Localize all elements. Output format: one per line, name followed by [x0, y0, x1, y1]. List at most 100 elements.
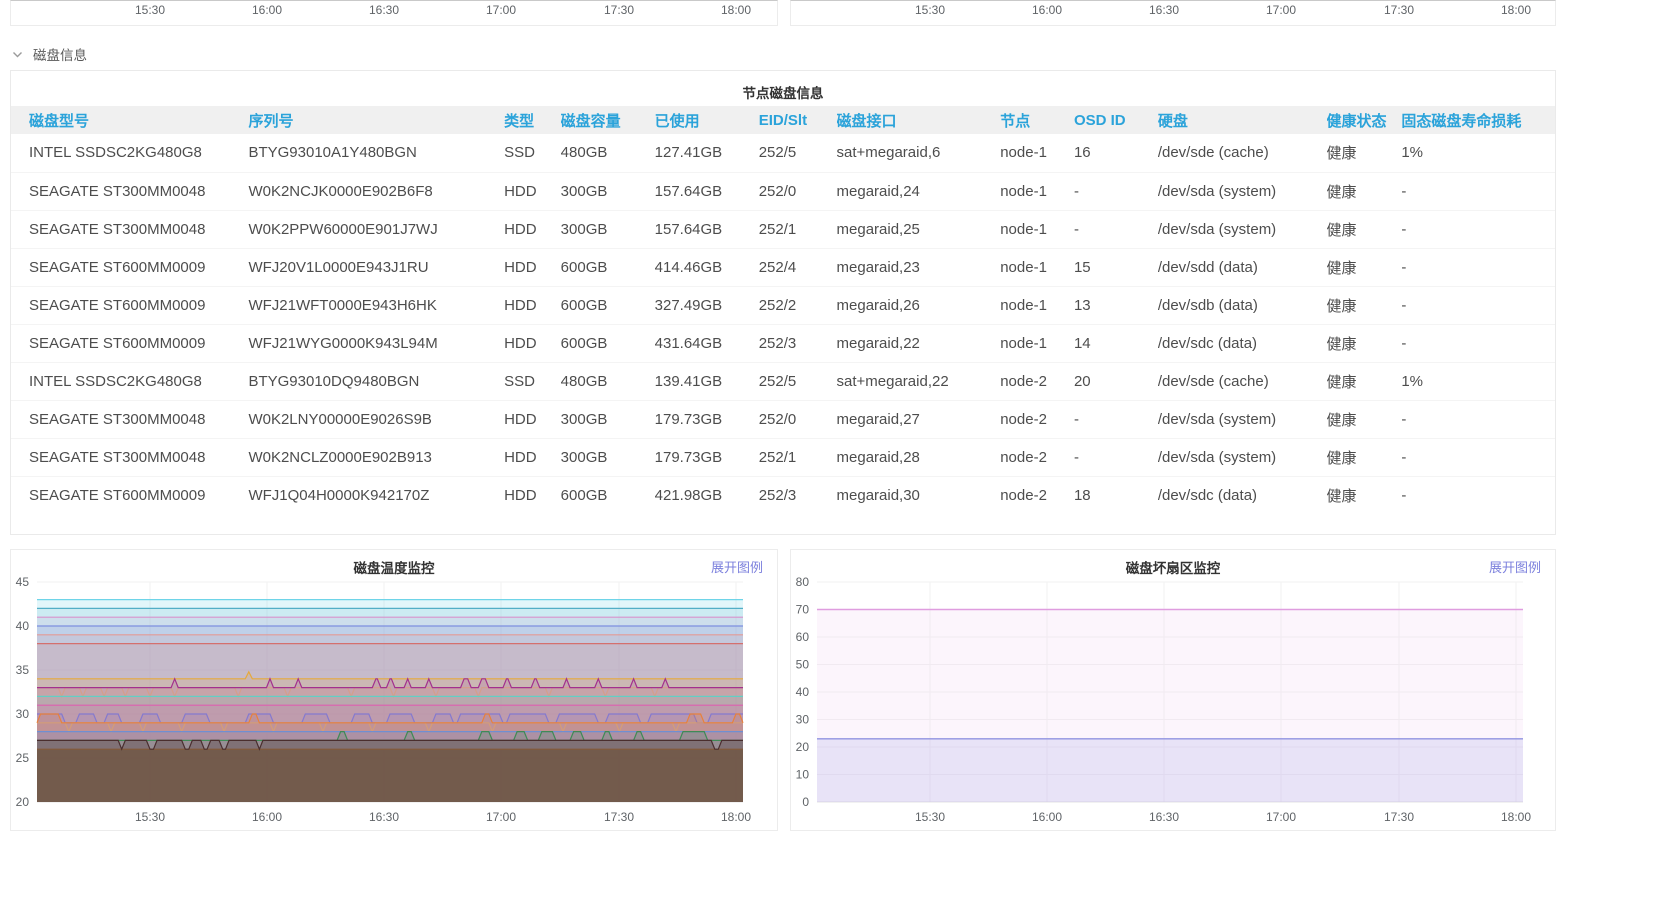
- x-axis-tick-label: 16:30: [369, 3, 399, 17]
- x-axis-tick-label: 18:00: [721, 3, 751, 17]
- svg-text:17:30: 17:30: [604, 810, 634, 824]
- x-axis-tick-label: 16:00: [252, 3, 282, 17]
- column-header: 磁盘接口: [837, 106, 1001, 134]
- column-header: 磁盘容量: [561, 106, 655, 134]
- table-cell: 414.46GB: [655, 248, 759, 286]
- x-axis-tick-label: 18:00: [1501, 3, 1531, 17]
- table-cell: sat+megaraid,22: [837, 362, 1001, 400]
- svg-text:35: 35: [16, 663, 30, 677]
- table-cell: 179.73GB: [655, 438, 759, 476]
- table-cell: 健康: [1327, 362, 1402, 400]
- table-cell: megaraid,24: [837, 172, 1001, 210]
- table-cell: node-1: [1000, 134, 1074, 172]
- x-axis-tick-label: 16:30: [1149, 3, 1179, 17]
- table-cell: node-1: [1000, 248, 1074, 286]
- table-cell: 300GB: [561, 438, 655, 476]
- svg-text:30: 30: [796, 713, 810, 727]
- table-row: INTEL SSDSC2KG480G8BTYG93010A1Y480BGNSSD…: [11, 134, 1555, 172]
- table-cell: 16: [1074, 134, 1158, 172]
- svg-text:0: 0: [802, 795, 809, 809]
- table-cell: 13: [1074, 286, 1158, 324]
- table-cell: SEAGATE ST600MM0009: [11, 248, 248, 286]
- table-cell: -: [1401, 438, 1555, 476]
- svg-text:45: 45: [16, 575, 30, 589]
- table-cell: 1%: [1401, 362, 1555, 400]
- table-cell: node-2: [1000, 476, 1074, 514]
- table-cell: WFJ21WFT0000E943H6HK: [248, 286, 504, 324]
- table-cell: megaraid,28: [837, 438, 1001, 476]
- top-chart-left-time-axis: 15:3016:0016:3017:0017:3018:00: [10, 0, 778, 26]
- table-cell: 300GB: [561, 400, 655, 438]
- svg-text:60: 60: [796, 630, 810, 644]
- table-cell: 252/0: [759, 400, 837, 438]
- table-row: SEAGATE ST600MM0009WFJ20V1L0000E943J1RUH…: [11, 248, 1555, 286]
- table-cell: 252/3: [759, 324, 837, 362]
- disk-temperature-plot: 45403530252015:3016:0016:3017:0017:3018:…: [11, 550, 777, 832]
- table-cell: 480GB: [561, 134, 655, 172]
- table-cell: 252/2: [759, 286, 837, 324]
- column-header: EID/Slt: [759, 106, 837, 134]
- table-cell: SSD: [504, 362, 561, 400]
- table-cell: megaraid,22: [837, 324, 1001, 362]
- table-cell: -: [1401, 476, 1555, 514]
- table-cell: 300GB: [561, 210, 655, 248]
- svg-text:10: 10: [796, 768, 810, 782]
- table-cell: 157.64GB: [655, 172, 759, 210]
- disk-bad-sector-chart-card: 磁盘坏扇区监控 展开图例 8070605040302010015:3016:00…: [790, 549, 1556, 831]
- table-cell: SEAGATE ST300MM0048: [11, 400, 248, 438]
- table-cell: sat+megaraid,6: [837, 134, 1001, 172]
- table-cell: megaraid,26: [837, 286, 1001, 324]
- x-axis-tick-label: 15:30: [135, 3, 165, 17]
- table-cell: node-1: [1000, 286, 1074, 324]
- table-cell: 健康: [1327, 286, 1402, 324]
- table-cell: -: [1074, 172, 1158, 210]
- table-cell: 252/5: [759, 134, 837, 172]
- column-header: 磁盘型号: [11, 106, 248, 134]
- table-cell: 600GB: [561, 324, 655, 362]
- table-cell: node-2: [1000, 438, 1074, 476]
- column-header: OSD ID: [1074, 106, 1158, 134]
- table-row: SEAGATE ST600MM0009WFJ21WFT0000E943H6HKH…: [11, 286, 1555, 324]
- table-cell: 327.49GB: [655, 286, 759, 324]
- table-cell: /dev/sda (system): [1158, 172, 1327, 210]
- table-cell: megaraid,25: [837, 210, 1001, 248]
- x-axis-tick-label: 17:00: [1266, 3, 1296, 17]
- column-header: 健康状态: [1327, 106, 1402, 134]
- svg-text:20: 20: [16, 795, 30, 809]
- table-cell: 18: [1074, 476, 1158, 514]
- disk-monitoring-page: 15:30 16:00 16:30 17:00 17:30 18:00 15:30 16:0…: [0, 0, 1680, 905]
- table-cell: SEAGATE ST300MM0048: [11, 172, 248, 210]
- table-cell: 健康: [1327, 438, 1402, 476]
- table-cell: -: [1074, 438, 1158, 476]
- table-cell: node-1: [1000, 210, 1074, 248]
- chevron-down-icon[interactable]: [12, 49, 23, 60]
- svg-text:30: 30: [16, 707, 30, 721]
- disk-table: 磁盘型号序列号类型磁盘容量已使用EID/Slt磁盘接口节点OSD ID硬盘健康状…: [11, 106, 1555, 514]
- table-cell: 健康: [1327, 172, 1402, 210]
- table-cell: HDD: [504, 476, 561, 514]
- table-cell: 600GB: [561, 248, 655, 286]
- disk-info-section-header[interactable]: 磁盘信息: [12, 44, 87, 64]
- table-cell: 252/4: [759, 248, 837, 286]
- table-cell: WFJ21WYG0000K943L94M: [248, 324, 504, 362]
- table-row: INTEL SSDSC2KG480G8BTYG93010DQ9480BGNSSD…: [11, 362, 1555, 400]
- svg-text:18:00: 18:00: [1501, 810, 1531, 824]
- svg-text:17:00: 17:00: [486, 810, 516, 824]
- x-axis-tick-label: 17:00: [486, 3, 516, 17]
- x-axis-tick-label: 15:30: [915, 3, 945, 17]
- table-cell: 14: [1074, 324, 1158, 362]
- svg-text:20: 20: [796, 740, 810, 754]
- table-cell: HDD: [504, 248, 561, 286]
- table-cell: SEAGATE ST300MM0048: [11, 438, 248, 476]
- table-cell: 健康: [1327, 476, 1402, 514]
- table-cell: 健康: [1327, 248, 1402, 286]
- table-cell: 179.73GB: [655, 400, 759, 438]
- svg-text:70: 70: [796, 603, 810, 617]
- table-cell: 健康: [1327, 134, 1402, 172]
- disk-temperature-chart-card: 磁盘温度监控 展开图例 45403530252015:3016:0016:301…: [10, 549, 778, 831]
- x-axis-tick-label: 16:00: [1032, 3, 1062, 17]
- table-cell: 600GB: [561, 476, 655, 514]
- table-cell: 252/5: [759, 362, 837, 400]
- table-cell: 20: [1074, 362, 1158, 400]
- x-axis-tick-label: 17:30: [1384, 3, 1414, 17]
